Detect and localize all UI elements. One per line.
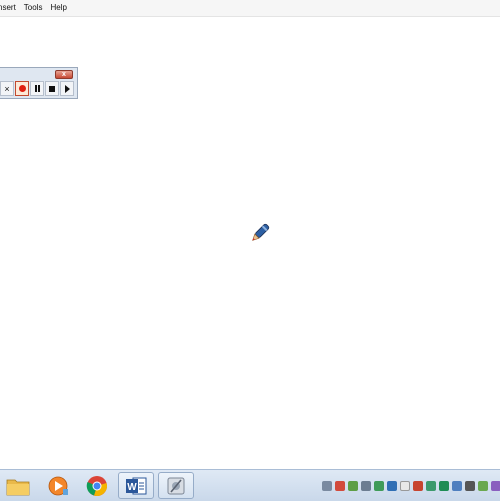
pause-icon — [34, 85, 40, 92]
record-button[interactable] — [15, 81, 29, 96]
tray-1-icon[interactable] — [322, 481, 332, 491]
taskbar: W — [0, 469, 500, 501]
stop-icon — [49, 85, 55, 92]
system-tray — [322, 478, 500, 494]
recorder-app-icon — [167, 477, 185, 494]
tray-5-icon[interactable] — [374, 481, 384, 491]
record-icon — [18, 85, 26, 92]
cancel-recording-button[interactable]: × — [0, 81, 14, 96]
tray-11-icon[interactable] — [452, 481, 462, 491]
tray-7-icon[interactable] — [400, 481, 410, 491]
recording-controls: × — [0, 81, 74, 97]
play-icon — [64, 84, 70, 93]
tray-3-icon[interactable] — [348, 481, 358, 491]
recording-toolbar: x × — [0, 67, 78, 99]
tray-2-icon[interactable] — [335, 481, 345, 491]
tray-9-icon[interactable] — [426, 481, 436, 491]
media-player-icon — [48, 476, 68, 495]
taskbar-media-player[interactable] — [40, 472, 76, 499]
pen-cursor-icon — [252, 223, 270, 241]
svg-text:W: W — [127, 482, 137, 493]
play-button[interactable] — [60, 81, 74, 96]
menu-tools[interactable]: Tools — [20, 0, 47, 16]
tray-4-icon[interactable] — [361, 481, 371, 491]
word-icon: W — [126, 477, 147, 494]
tray-13-icon[interactable] — [478, 481, 488, 491]
folder-icon — [6, 479, 30, 495]
cancel-icon: × — [4, 83, 10, 94]
menu-bar: nsert Tools Help — [0, 0, 500, 17]
tray-12-icon[interactable] — [465, 481, 475, 491]
tray-6-icon[interactable] — [387, 481, 397, 491]
tray-14-icon[interactable] — [491, 481, 500, 491]
taskbar-screen-recorder[interactable] — [158, 472, 194, 499]
chrome-icon — [86, 475, 107, 496]
taskbar-word[interactable]: W — [118, 472, 154, 499]
taskbar-file-explorer[interactable] — [0, 472, 36, 499]
taskbar-chrome[interactable] — [79, 472, 115, 499]
menu-help[interactable]: Help — [46, 0, 70, 16]
menu-insert[interactable]: nsert — [0, 0, 20, 16]
pause-button[interactable] — [30, 81, 44, 96]
tray-8-icon[interactable] — [413, 481, 423, 491]
toolbar-close-button[interactable]: x — [55, 70, 73, 79]
tray-10-icon[interactable] — [439, 481, 449, 491]
stop-button[interactable] — [45, 81, 59, 96]
